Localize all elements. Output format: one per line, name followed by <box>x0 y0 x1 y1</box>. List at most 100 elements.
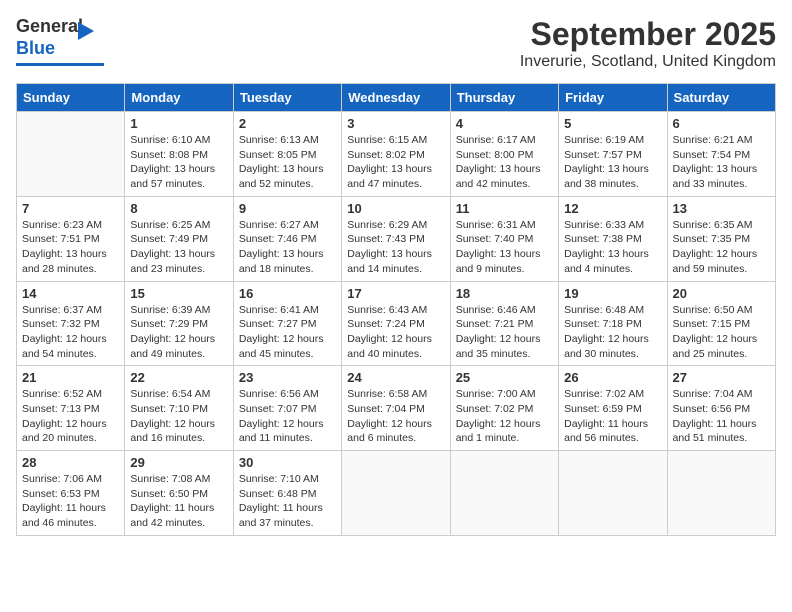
day-number: 14 <box>22 286 119 301</box>
day-number: 20 <box>673 286 770 301</box>
day-number: 28 <box>22 455 119 470</box>
calendar-header-row: SundayMondayTuesdayWednesdayThursdayFrid… <box>17 84 776 112</box>
calendar-week-row: 7 Sunrise: 6:23 AMSunset: 7:51 PMDaylight… <box>17 196 776 281</box>
day-number: 11 <box>456 201 553 216</box>
logo-arrow <box>78 22 94 40</box>
day-info: Sunrise: 6:35 AMSunset: 7:35 PMDaylight:… <box>673 218 770 277</box>
calendar-cell: 23 Sunrise: 6:56 AMSunset: 7:07 PMDayligh… <box>233 366 341 451</box>
calendar-day-header: Sunday <box>17 84 125 112</box>
calendar-week-row: 1Sunrise: 6:10 AMSunset: 8:08 PMDaylight… <box>17 112 776 197</box>
calendar-cell: 7 Sunrise: 6:23 AMSunset: 7:51 PMDaylight… <box>17 196 125 281</box>
day-info: Sunrise: 7:02 AMSunset: 6:59 PMDaylight:… <box>564 387 661 446</box>
day-number: 23 <box>239 370 336 385</box>
calendar-cell: 10Sunrise: 6:29 AMSunset: 7:43 PMDayligh… <box>342 196 450 281</box>
calendar-cell <box>667 451 775 536</box>
day-number: 3 <box>347 116 444 131</box>
calendar-table: SundayMondayTuesdayWednesdayThursdayFrid… <box>16 83 776 536</box>
calendar-week-row: 28 Sunrise: 7:06 AMSunset: 6:53 PMDayligh… <box>17 451 776 536</box>
day-number: 1 <box>130 116 227 131</box>
day-info: Sunrise: 7:00 AMSunset: 7:02 PMDaylight:… <box>456 387 553 446</box>
day-info: Sunrise: 6:13 AMSunset: 8:05 PMDaylight:… <box>239 133 336 192</box>
day-number: 19 <box>564 286 661 301</box>
day-number: 6 <box>673 116 770 131</box>
day-number: 27 <box>673 370 770 385</box>
logo-underline <box>16 63 104 66</box>
calendar-cell: 19 Sunrise: 6:48 AMSunset: 7:18 PMDayligh… <box>559 281 667 366</box>
day-number: 29 <box>130 455 227 470</box>
calendar-day-header: Thursday <box>450 84 558 112</box>
day-number: 5 <box>564 116 661 131</box>
day-number: 26 <box>564 370 661 385</box>
day-number: 13 <box>673 201 770 216</box>
calendar-cell: 9 Sunrise: 6:27 AMSunset: 7:46 PMDaylight… <box>233 196 341 281</box>
calendar-cell: 2 Sunrise: 6:13 AMSunset: 8:05 PMDaylight… <box>233 112 341 197</box>
day-number: 16 <box>239 286 336 301</box>
day-info: Sunrise: 6:27 AMSunset: 7:46 PMDaylight:… <box>239 218 336 277</box>
calendar-cell: 18 Sunrise: 6:46 AMSunset: 7:21 PMDayligh… <box>450 281 558 366</box>
day-number: 15 <box>130 286 227 301</box>
calendar-cell: 16 Sunrise: 6:41 AMSunset: 7:27 PMDayligh… <box>233 281 341 366</box>
calendar-day-header: Friday <box>559 84 667 112</box>
calendar-cell: 5 Sunrise: 6:19 AMSunset: 7:57 PMDaylight… <box>559 112 667 197</box>
calendar-cell <box>342 451 450 536</box>
day-info: Sunrise: 6:25 AMSunset: 7:49 PMDaylight:… <box>130 218 227 277</box>
day-info: Sunrise: 6:21 AMSunset: 7:54 PMDaylight:… <box>673 133 770 192</box>
day-number: 9 <box>239 201 336 216</box>
calendar-cell: 25 Sunrise: 7:00 AMSunset: 7:02 PMDayligh… <box>450 366 558 451</box>
title-block: September 2025 Inverurie, Scotland, Unit… <box>520 16 776 71</box>
day-number: 21 <box>22 370 119 385</box>
day-info: Sunrise: 6:54 AMSunset: 7:10 PMDaylight:… <box>130 387 227 446</box>
calendar-cell: 6 Sunrise: 6:21 AMSunset: 7:54 PMDaylight… <box>667 112 775 197</box>
page-subtitle: Inverurie, Scotland, United Kingdom <box>520 53 776 71</box>
logo-general: General <box>16 16 83 37</box>
day-info: Sunrise: 6:33 AMSunset: 7:38 PMDaylight:… <box>564 218 661 277</box>
day-number: 25 <box>456 370 553 385</box>
day-info: Sunrise: 6:56 AMSunset: 7:07 PMDaylight:… <box>239 387 336 446</box>
day-info: Sunrise: 7:08 AMSunset: 6:50 PMDaylight:… <box>130 472 227 531</box>
calendar-cell <box>450 451 558 536</box>
day-info: Sunrise: 6:48 AMSunset: 7:18 PMDaylight:… <box>564 303 661 362</box>
calendar-cell: 26 Sunrise: 7:02 AMSunset: 6:59 PMDayligh… <box>559 366 667 451</box>
calendar-cell: 24 Sunrise: 6:58 AMSunset: 7:04 PMDayligh… <box>342 366 450 451</box>
logo: General Blue <box>16 16 106 66</box>
day-info: Sunrise: 7:06 AMSunset: 6:53 PMDaylight:… <box>22 472 119 531</box>
day-info: Sunrise: 6:50 AMSunset: 7:15 PMDaylight:… <box>673 303 770 362</box>
calendar-cell: 12Sunrise: 6:33 AMSunset: 7:38 PMDayligh… <box>559 196 667 281</box>
day-info: Sunrise: 6:43 AMSunset: 7:24 PMDaylight:… <box>347 303 444 362</box>
day-info: Sunrise: 6:19 AMSunset: 7:57 PMDaylight:… <box>564 133 661 192</box>
calendar-cell: 14 Sunrise: 6:37 AMSunset: 7:32 PMDayligh… <box>17 281 125 366</box>
calendar-cell: 4Sunrise: 6:17 AMSunset: 8:00 PMDaylight… <box>450 112 558 197</box>
calendar-cell: 30Sunrise: 7:10 AMSunset: 6:48 PMDayligh… <box>233 451 341 536</box>
day-info: Sunrise: 6:39 AMSunset: 7:29 PMDaylight:… <box>130 303 227 362</box>
calendar-day-header: Monday <box>125 84 233 112</box>
day-number: 18 <box>456 286 553 301</box>
calendar-cell: 20 Sunrise: 6:50 AMSunset: 7:15 PMDayligh… <box>667 281 775 366</box>
day-number: 7 <box>22 201 119 216</box>
logo-blue: Blue <box>16 38 55 59</box>
day-info: Sunrise: 6:46 AMSunset: 7:21 PMDaylight:… <box>456 303 553 362</box>
calendar-cell <box>17 112 125 197</box>
calendar-day-header: Wednesday <box>342 84 450 112</box>
day-number: 22 <box>130 370 227 385</box>
calendar-cell: 27Sunrise: 7:04 AMSunset: 6:56 PMDayligh… <box>667 366 775 451</box>
day-number: 8 <box>130 201 227 216</box>
day-info: Sunrise: 6:23 AMSunset: 7:51 PMDaylight:… <box>22 218 119 277</box>
calendar-cell: 22 Sunrise: 6:54 AMSunset: 7:10 PMDayligh… <box>125 366 233 451</box>
calendar-cell: 15 Sunrise: 6:39 AMSunset: 7:29 PMDayligh… <box>125 281 233 366</box>
day-info: Sunrise: 6:37 AMSunset: 7:32 PMDaylight:… <box>22 303 119 362</box>
day-number: 2 <box>239 116 336 131</box>
day-info: Sunrise: 6:58 AMSunset: 7:04 PMDaylight:… <box>347 387 444 446</box>
day-info: Sunrise: 6:52 AMSunset: 7:13 PMDaylight:… <box>22 387 119 446</box>
calendar-cell: 13 Sunrise: 6:35 AMSunset: 7:35 PMDayligh… <box>667 196 775 281</box>
calendar-cell: 11Sunrise: 6:31 AMSunset: 7:40 PMDayligh… <box>450 196 558 281</box>
calendar-cell: 28 Sunrise: 7:06 AMSunset: 6:53 PMDayligh… <box>17 451 125 536</box>
day-number: 10 <box>347 201 444 216</box>
calendar-cell: 8 Sunrise: 6:25 AMSunset: 7:49 PMDaylight… <box>125 196 233 281</box>
calendar-cell: 3 Sunrise: 6:15 AMSunset: 8:02 PMDaylight… <box>342 112 450 197</box>
calendar-cell: 21 Sunrise: 6:52 AMSunset: 7:13 PMDayligh… <box>17 366 125 451</box>
calendar-cell: 29 Sunrise: 7:08 AMSunset: 6:50 PMDayligh… <box>125 451 233 536</box>
day-number: 24 <box>347 370 444 385</box>
day-info: Sunrise: 6:15 AMSunset: 8:02 PMDaylight:… <box>347 133 444 192</box>
day-number: 4 <box>456 116 553 131</box>
day-info: Sunrise: 6:41 AMSunset: 7:27 PMDaylight:… <box>239 303 336 362</box>
